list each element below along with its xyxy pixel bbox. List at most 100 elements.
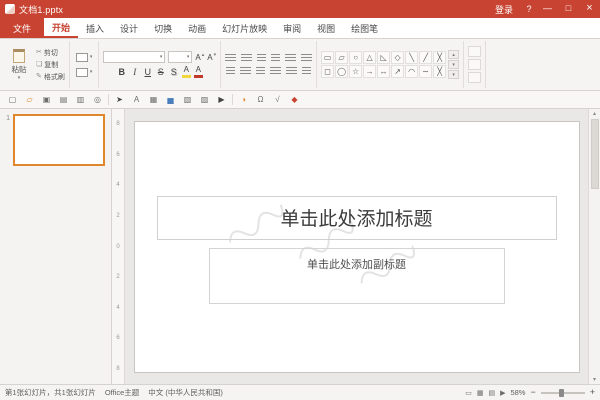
zoom-slider-knob[interactable] — [559, 389, 564, 397]
shape-right-triangle-icon[interactable]: ◺ — [377, 51, 390, 64]
print-preview-icon[interactable]: ◎ — [91, 93, 104, 106]
gallery-more-button[interactable]: ▾ — [448, 70, 459, 79]
new-file-icon[interactable]: ▢ — [6, 93, 19, 106]
tab-ink[interactable]: 绘图笔 — [343, 18, 386, 38]
font-name-select[interactable]: ▾ — [103, 51, 165, 63]
tab-home[interactable]: 开始 — [44, 18, 78, 38]
vertical-scrollbar[interactable]: ▴ ▾ — [588, 109, 600, 384]
insert-table-icon[interactable]: ▦ — [147, 93, 160, 106]
text-align-button[interactable] — [302, 67, 311, 76]
help-button[interactable]: ? — [521, 4, 537, 14]
maximize-button[interactable]: □ — [558, 0, 579, 18]
text-shadow-button[interactable]: S — [169, 68, 179, 77]
zoom-level[interactable]: 58% — [510, 388, 525, 397]
shape-star-icon[interactable]: ☆ — [349, 65, 362, 78]
new-slide-button[interactable]: ▾ — [74, 52, 95, 63]
save-icon[interactable]: ▣ — [40, 93, 53, 106]
shape-outline-icon[interactable] — [468, 59, 481, 70]
shape-effects-icon[interactable] — [468, 72, 481, 83]
insert-image-icon[interactable]: ▧ — [181, 93, 194, 106]
gallery-scroll-down-button[interactable]: ▾ — [448, 60, 459, 69]
tab-insert[interactable]: 插入 — [78, 18, 112, 38]
shape-rectangle-icon[interactable]: ▭ — [321, 51, 334, 64]
scrollbar-track[interactable] — [591, 119, 599, 374]
tab-view[interactable]: 视图 — [309, 18, 343, 38]
zoom-slider[interactable] — [541, 392, 585, 394]
decrease-indent-button[interactable] — [257, 54, 266, 63]
italic-button[interactable]: I — [130, 68, 140, 77]
select-icon[interactable]: ➤ — [113, 93, 126, 106]
shape-line-up-icon[interactable]: ╱ — [419, 51, 432, 64]
shape-arrow-both-icon[interactable]: ↔ — [377, 65, 390, 78]
screenshot-icon[interactable]: ▨ — [198, 93, 211, 106]
font-size-select[interactable]: ▾ — [168, 51, 192, 63]
shape-diamond-icon[interactable]: ◇ — [391, 51, 404, 64]
cut-button[interactable]: ✂ 剪切 — [36, 48, 65, 58]
scrollbar-thumb[interactable] — [591, 119, 599, 189]
highlight-color-button[interactable]: A — [182, 66, 191, 78]
slideshow-button[interactable]: ▶ — [500, 389, 505, 397]
numbering-button[interactable] — [241, 54, 252, 63]
print-icon[interactable]: ▥ — [74, 93, 87, 106]
columns-button[interactable] — [286, 67, 297, 76]
slide-thumbnail[interactable] — [13, 114, 105, 166]
bold-button[interactable]: B — [117, 68, 127, 77]
slide-sorter-button[interactable]: ▦ — [477, 389, 484, 397]
tab-transitions[interactable]: 切换 — [146, 18, 180, 38]
shape-parallelogram-icon[interactable]: ▱ — [335, 51, 348, 64]
shape-arrow-right-icon[interactable]: → — [363, 65, 376, 78]
reading-view-button[interactable]: ▤ — [488, 389, 495, 397]
line-spacing-button[interactable] — [285, 54, 296, 63]
text-box-icon[interactable]: A — [130, 93, 143, 106]
minimize-button[interactable]: — — [537, 0, 558, 18]
underline-button[interactable]: U — [143, 68, 153, 77]
normal-view-button[interactable]: ▭ — [465, 389, 472, 397]
format-painter-button[interactable]: ✎ 格式刷 — [36, 72, 65, 82]
save-as-icon[interactable]: ▤ — [57, 93, 70, 106]
shrink-font-button[interactable]: A ▾ — [207, 53, 216, 62]
shape-triangle-icon[interactable]: △ — [363, 51, 376, 64]
ink-highlight-icon[interactable]: ◆ — [288, 93, 301, 106]
tab-design[interactable]: 设计 — [112, 18, 146, 38]
shape-cross-lines-icon[interactable]: ╳ — [433, 51, 446, 64]
shape-fill-icon[interactable] — [468, 46, 481, 57]
align-center-button[interactable] — [240, 67, 251, 76]
tab-animation[interactable]: 动画 — [180, 18, 214, 38]
insert-formula-icon[interactable]: √ — [271, 93, 284, 106]
shape-arrow-upright-icon[interactable]: ↗ — [391, 65, 404, 78]
close-button[interactable]: × — [579, 0, 600, 18]
language-indicator[interactable]: 中文 (中华人民共和国) — [148, 387, 223, 398]
paste-button[interactable]: 粘贴 ▾ — [5, 49, 33, 81]
zoom-in-button[interactable]: + — [590, 388, 595, 397]
bullets-button[interactable] — [225, 54, 236, 63]
strikethrough-button[interactable]: S — [156, 68, 166, 77]
text-direction-button[interactable] — [301, 54, 312, 63]
font-color-button[interactable]: A — [194, 66, 203, 78]
align-left-button[interactable] — [226, 67, 235, 76]
insert-chart-icon[interactable]: ▅ — [164, 93, 177, 106]
slide[interactable]: 单击此处添加标题 单击此处添加副标题 — [135, 122, 579, 372]
copy-button[interactable]: ❏ 复制 — [36, 60, 65, 70]
theme-name[interactable]: Office主题 — [105, 387, 139, 398]
shape-arc-icon[interactable]: ◠ — [405, 65, 418, 78]
insert-media-icon[interactable]: ▶ — [215, 93, 228, 106]
align-right-button[interactable] — [256, 67, 265, 76]
shape-wave-icon[interactable]: ∼ — [419, 65, 432, 78]
tab-review[interactable]: 审阅 — [275, 18, 309, 38]
grow-font-button[interactable]: A ▴ — [195, 53, 204, 62]
tab-file[interactable]: 文件 — [0, 18, 44, 38]
justify-button[interactable] — [270, 67, 281, 76]
shape-square-icon[interactable]: ◻ — [321, 65, 334, 78]
tab-slideshow[interactable]: 幻灯片放映 — [214, 18, 275, 38]
scroll-up-icon[interactable]: ▴ — [593, 110, 596, 117]
subtitle-placeholder[interactable]: 单击此处添加副标题 — [209, 248, 505, 304]
shape-x-line-icon[interactable]: ╳ — [433, 65, 446, 78]
zoom-out-button[interactable]: − — [530, 388, 535, 397]
shape-line-icon[interactable]: ╲ — [405, 51, 418, 64]
insert-symbol-icon[interactable]: Ω — [254, 93, 267, 106]
gallery-scroll-up-button[interactable]: ▴ — [448, 50, 459, 59]
open-folder-icon[interactable]: ▱ — [23, 93, 36, 106]
shape-circle-icon[interactable]: ◯ — [335, 65, 348, 78]
increase-indent-button[interactable] — [271, 54, 280, 63]
title-placeholder[interactable]: 单击此处添加标题 — [157, 196, 557, 240]
